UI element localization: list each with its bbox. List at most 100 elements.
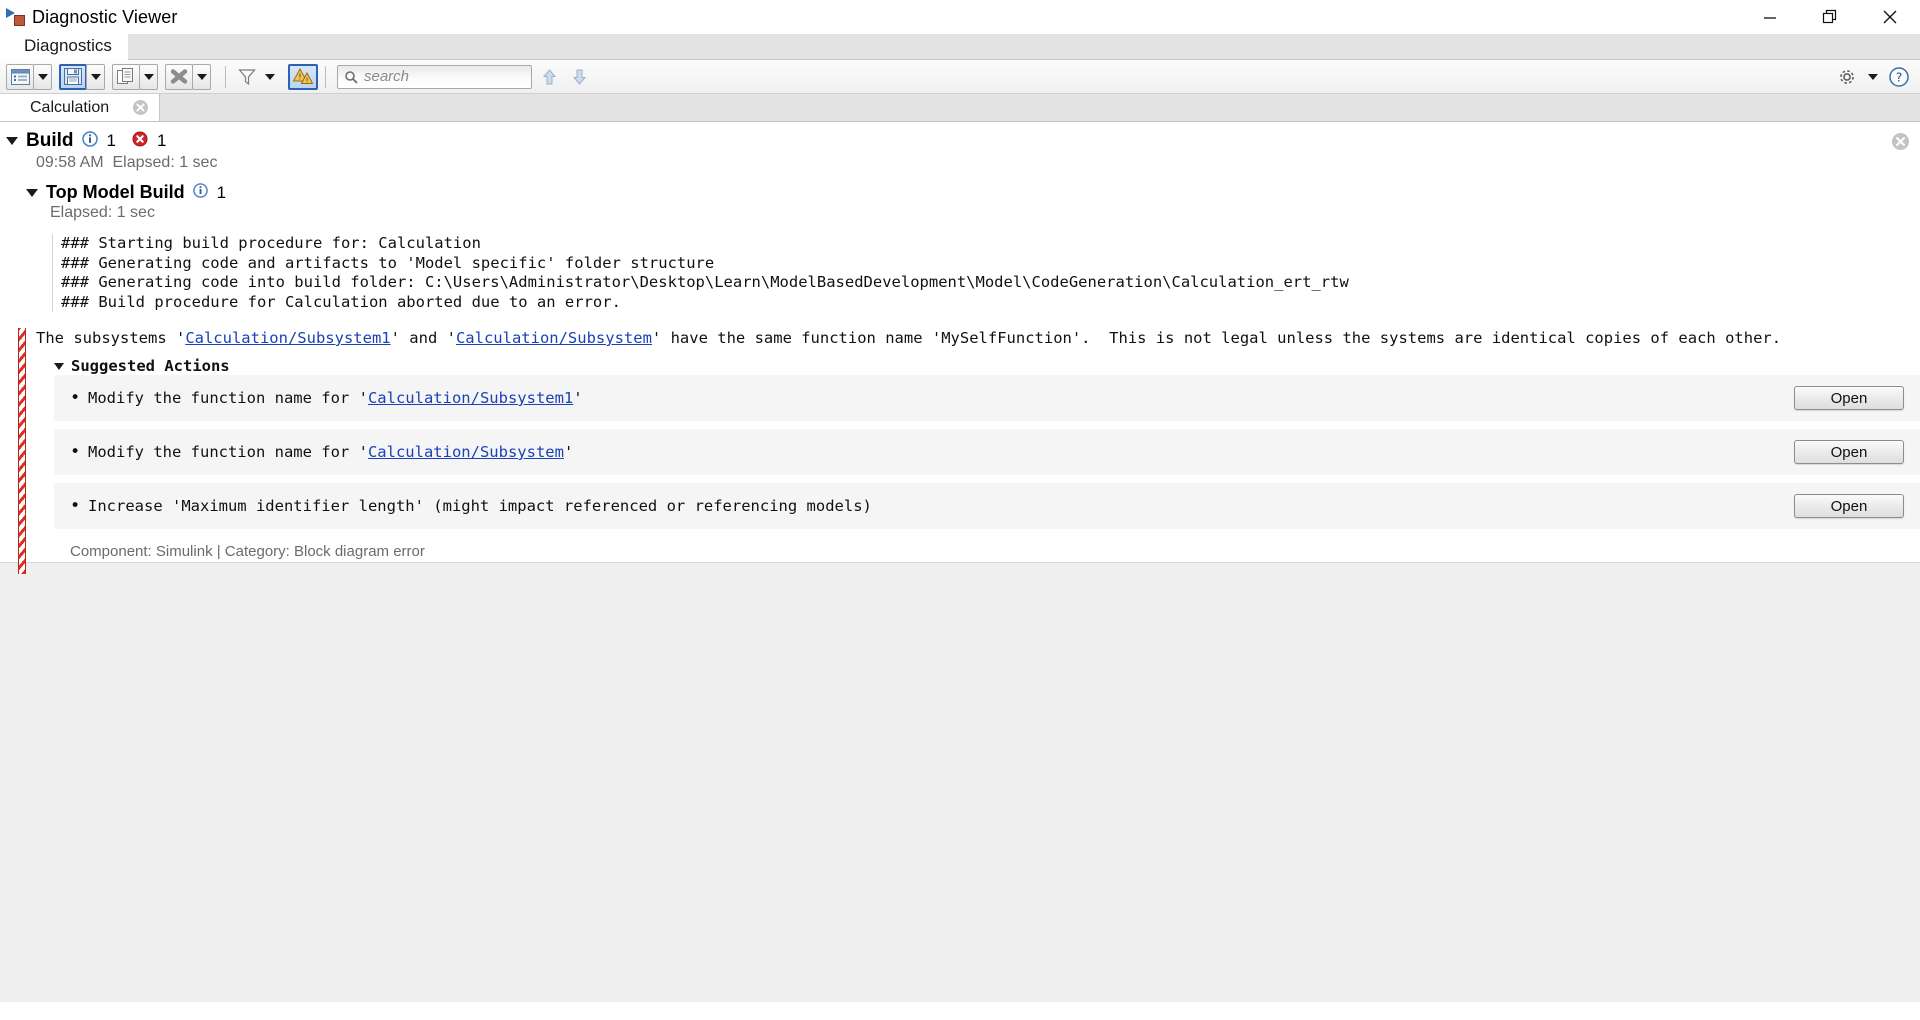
- chevron-down-icon: [143, 73, 154, 80]
- menu-strip: Diagnostics: [0, 34, 1920, 60]
- chevron-down-icon: [264, 73, 275, 80]
- delete-x-icon: [170, 69, 188, 84]
- row-gap: [54, 422, 1920, 429]
- model-link[interactable]: Calculation/Subsystem: [368, 443, 564, 461]
- text-run: The subsystems ': [36, 329, 186, 347]
- document-tab-label: Calculation: [30, 98, 110, 116]
- filter-dropdown[interactable]: [260, 64, 279, 90]
- suggested-actions-title: Suggested Actions: [71, 357, 230, 375]
- build-header[interactable]: Build 1 1: [0, 122, 1920, 152]
- text-run: ': [563, 443, 574, 461]
- settings-dropdown[interactable]: [1864, 64, 1882, 90]
- warning-triangles-icon: ! !: [293, 68, 313, 84]
- build-info-count: 1: [106, 131, 116, 150]
- error-stripe-indicator: [18, 328, 26, 574]
- diagnostic-content: Build 1 1 09:58 AM Elapsed: 1 sec Top Mo…: [0, 122, 1920, 574]
- document-tab-strip: Calculation: [0, 94, 1920, 122]
- model-link[interactable]: Calculation/Subsystem1: [368, 389, 573, 407]
- settings-button[interactable]: [1834, 64, 1860, 90]
- log-line: ### Starting build procedure for: Calcul…: [61, 234, 481, 252]
- svg-text:!: !: [298, 73, 301, 82]
- help-button[interactable]: ?: [1886, 64, 1912, 90]
- tab-diagnostics[interactable]: Diagnostics: [0, 34, 128, 60]
- build-elapsed: Elapsed: 1 sec: [112, 154, 218, 171]
- toolbar-right-group: ?: [1830, 60, 1912, 94]
- save-button[interactable]: [59, 63, 87, 90]
- top-model-build-title: Top Model Build: [46, 182, 185, 202]
- suggested-actions-list: Modify the function name for 'Calculatio…: [36, 375, 1920, 530]
- help-question-icon: ?: [1889, 67, 1909, 87]
- save-group: [59, 63, 105, 90]
- empty-area: [0, 562, 1920, 1002]
- suggested-action-text: Modify the function name for 'Calculatio…: [54, 442, 574, 462]
- save-dropdown[interactable]: [86, 63, 105, 90]
- text-run: Increase 'Maximum identifier length' (mi…: [88, 497, 872, 515]
- clear-button[interactable]: [165, 63, 193, 90]
- log-line: ### Generating code into build folder: C…: [61, 273, 1349, 291]
- copy-button[interactable]: [112, 63, 140, 90]
- log-line: ### Build procedure for Calculation abor…: [61, 292, 621, 311]
- clear-dropdown[interactable]: [192, 63, 211, 90]
- text-run: ' and ': [390, 329, 456, 347]
- view-layout-dropdown[interactable]: [33, 63, 52, 90]
- row-gap: [54, 476, 1920, 483]
- error-band: The subsystems 'Calculation/Subsystem1' …: [0, 328, 1920, 574]
- chevron-down-icon: [37, 73, 48, 80]
- restore-button[interactable]: [1800, 0, 1860, 34]
- toolbar-separator-2: [325, 65, 326, 88]
- error-badge-icon: [132, 131, 148, 152]
- expand-collapse-caret-icon[interactable]: [26, 188, 38, 197]
- copy-dropdown[interactable]: [139, 63, 158, 90]
- top-model-build-header[interactable]: Top Model Build 1: [0, 182, 1920, 203]
- view-layout-group: [6, 63, 52, 90]
- search-input[interactable]: search: [337, 64, 532, 89]
- search-next-button[interactable]: [566, 64, 592, 90]
- build-error-count: 1: [156, 131, 167, 150]
- build-time: 09:58 AM: [36, 154, 104, 171]
- panel-close-icon[interactable]: [1891, 132, 1910, 156]
- document-tab-calculation[interactable]: Calculation: [0, 94, 160, 121]
- model-link[interactable]: Calculation/Subsystem: [456, 329, 652, 347]
- gear-icon: [1840, 70, 1854, 84]
- filter-button[interactable]: [233, 64, 261, 90]
- close-button[interactable]: [1860, 0, 1920, 34]
- build-title: Build: [26, 130, 74, 151]
- search-placeholder: search: [364, 68, 410, 85]
- chevron-down-icon: [196, 73, 207, 80]
- build-meta: 09:58 AM Elapsed: 1 sec: [0, 154, 1920, 172]
- text-run: ' have the same function name 'MySelfFun…: [651, 329, 1782, 347]
- save-floppy-icon: [64, 68, 82, 85]
- arrow-up-icon: [542, 68, 556, 84]
- suggested-action-row: Increase 'Maximum identifier length' (mi…: [54, 483, 1920, 530]
- minimize-button[interactable]: [1740, 0, 1800, 34]
- expand-collapse-caret-icon[interactable]: [54, 362, 64, 370]
- warnings-button[interactable]: ! !: [288, 63, 318, 90]
- suggested-actions-header[interactable]: Suggested Actions: [54, 357, 1920, 375]
- search-magnifier-icon: [345, 70, 358, 84]
- toolbar-separator-1: [225, 65, 226, 88]
- search-previous-button[interactable]: [536, 64, 562, 90]
- chevron-down-icon: [1868, 74, 1878, 80]
- copy-group: [112, 63, 158, 90]
- open-button[interactable]: Open: [1794, 494, 1904, 518]
- info-badge-icon: [81, 130, 98, 152]
- open-button[interactable]: Open: [1794, 440, 1904, 464]
- suggested-action-row: Modify the function name for 'Calculatio…: [54, 429, 1920, 476]
- top-model-build-elapsed: Elapsed: 1 sec: [50, 204, 155, 221]
- text-run: Modify the function name for ': [88, 443, 368, 461]
- arrow-down-icon: [572, 69, 586, 85]
- text-run: Modify the function name for ': [88, 389, 368, 407]
- model-link[interactable]: Calculation/Subsystem1: [185, 329, 390, 347]
- suggested-action-text: Increase 'Maximum identifier length' (mi…: [54, 496, 872, 516]
- text-run: ': [573, 389, 583, 407]
- menu-strip-filler: [127, 34, 1920, 60]
- tab-close-icon[interactable]: [132, 99, 149, 116]
- open-button[interactable]: Open: [1794, 386, 1904, 410]
- view-layout-button[interactable]: [6, 63, 34, 90]
- expand-collapse-caret-icon[interactable]: [6, 137, 18, 145]
- error-footer: Component: Simulink | Category: Block di…: [70, 543, 425, 560]
- filter-group: [233, 64, 279, 90]
- clear-group: [165, 63, 211, 90]
- window-title: Diagnostic Viewer: [32, 6, 178, 27]
- window-controls: [1740, 0, 1920, 34]
